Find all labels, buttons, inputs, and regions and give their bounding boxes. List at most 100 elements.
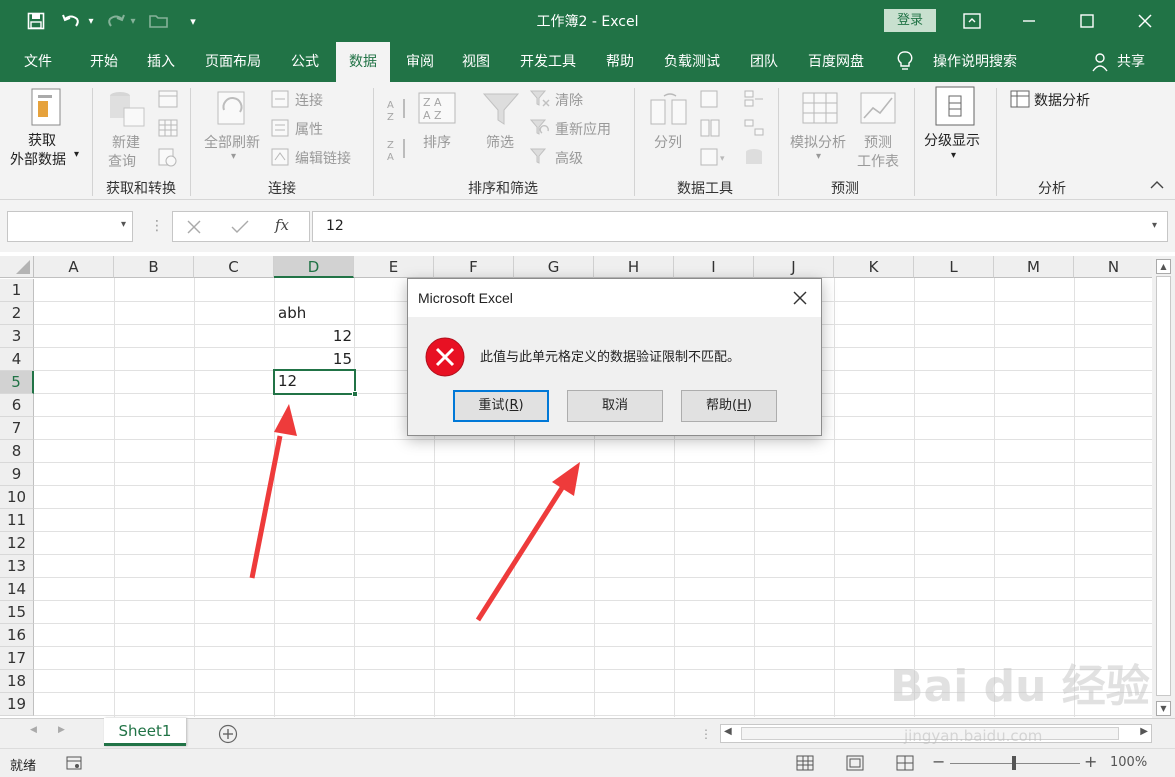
row-header-3[interactable]: 3 [0, 325, 34, 348]
scroll-down-icon[interactable]: ▼ [1156, 701, 1171, 716]
cell-d4[interactable]: 15 [278, 348, 352, 371]
add-sheet-icon[interactable] [218, 724, 238, 748]
collapse-ribbon-icon[interactable] [1150, 178, 1164, 194]
row-header-19[interactable]: 19 [0, 693, 34, 716]
tab-baidu-netdisk[interactable]: 百度网盘 [798, 42, 874, 82]
tab-formulas[interactable]: 公式 [279, 42, 331, 82]
user-icon[interactable] [1088, 42, 1112, 82]
minimize-icon[interactable] [1014, 6, 1044, 36]
scroll-up-icon[interactable]: ▲ [1156, 259, 1171, 274]
confirm-entry-icon[interactable] [231, 220, 249, 234]
scroll-right-icon[interactable]: ▶ [1140, 726, 1148, 737]
row-header-11[interactable]: 11 [0, 509, 34, 532]
column-header-a[interactable]: A [34, 256, 114, 278]
zoom-slider-thumb[interactable] [1012, 756, 1016, 770]
column-header-i[interactable]: I [674, 256, 754, 278]
column-header-m[interactable]: M [994, 256, 1074, 278]
tab-split-handle[interactable]: ⋮ [700, 727, 712, 741]
column-header-c[interactable]: C [194, 256, 274, 278]
outline-icon[interactable] [935, 86, 975, 130]
row-header-4[interactable]: 4 [0, 348, 34, 371]
name-box[interactable]: ▾ [7, 211, 133, 242]
row-header-6[interactable]: 6 [0, 394, 34, 417]
column-header-l[interactable]: L [914, 256, 994, 278]
share-button[interactable]: 共享 [1112, 42, 1150, 82]
row-header-2[interactable]: 2 [0, 302, 34, 325]
page-layout-view-icon[interactable] [846, 755, 864, 775]
vertical-scrollbar[interactable]: ▲ ▼ [1152, 256, 1175, 720]
row-header-10[interactable]: 10 [0, 486, 34, 509]
close-window-icon[interactable] [1130, 6, 1160, 36]
tab-page-layout[interactable]: 页面布局 [196, 42, 270, 82]
login-button[interactable]: 登录 [884, 9, 936, 32]
active-cell-d5[interactable]: 12 [273, 369, 358, 397]
lightbulb-icon[interactable] [892, 42, 918, 82]
maximize-icon[interactable] [1072, 6, 1102, 36]
column-header-n[interactable]: N [1074, 256, 1152, 278]
tab-view[interactable]: 视图 [450, 42, 502, 82]
sheet-tab-sheet1[interactable]: Sheet1 [104, 718, 186, 746]
get-external-data-icon[interactable] [26, 87, 66, 131]
page-break-view-icon[interactable] [896, 755, 914, 775]
column-header-b[interactable]: B [114, 256, 194, 278]
chevron-down-icon[interactable]: ▾ [951, 150, 956, 161]
get-external-data-label2[interactable]: 外部数据 [10, 149, 66, 169]
save-icon[interactable] [24, 10, 48, 32]
row-header-8[interactable]: 8 [0, 440, 34, 463]
row-header-13[interactable]: 13 [0, 555, 34, 578]
prev-sheet-icon[interactable]: ◀ [30, 725, 37, 735]
row-header-5[interactable]: 5 [0, 371, 34, 394]
column-header-d[interactable]: D [274, 256, 354, 278]
tab-home[interactable]: 开始 [78, 42, 130, 82]
retry-button[interactable]: 重试(R) [453, 390, 549, 422]
tab-developer[interactable]: 开发工具 [510, 42, 586, 82]
next-sheet-icon[interactable]: ▶ [58, 725, 65, 735]
ribbon-display-icon[interactable] [957, 6, 987, 36]
column-header-e[interactable]: E [354, 256, 434, 278]
outline-label[interactable]: 分级显示 [924, 130, 980, 150]
select-all-corner[interactable] [0, 256, 34, 278]
column-header-h[interactable]: H [594, 256, 674, 278]
cell-d3[interactable]: 12 [278, 325, 352, 348]
row-header-16[interactable]: 16 [0, 624, 34, 647]
get-external-data-label1[interactable]: 获取 [28, 130, 56, 150]
macro-record-icon[interactable] [66, 755, 82, 775]
cancel-button[interactable]: 取消 [567, 390, 663, 422]
zoom-out-icon[interactable]: − [932, 752, 945, 771]
zoom-in-icon[interactable]: + [1084, 752, 1097, 771]
insert-function-icon[interactable]: fx [275, 216, 289, 234]
cell-d2[interactable]: abh [278, 302, 352, 325]
zoom-level[interactable]: 100% [1110, 755, 1147, 770]
row-header-14[interactable]: 14 [0, 578, 34, 601]
tell-me-search[interactable]: 操作说明搜索 [924, 42, 1026, 82]
tab-file[interactable]: 文件 [12, 42, 64, 82]
row-header-12[interactable]: 12 [0, 532, 34, 555]
dialog-close-icon[interactable] [789, 287, 811, 309]
row-header-15[interactable]: 15 [0, 601, 34, 624]
cancel-entry-icon[interactable] [187, 220, 201, 234]
row-header-1[interactable]: 1 [0, 279, 34, 302]
data-analysis-label[interactable]: 数据分析 [1034, 90, 1090, 110]
row-header-17[interactable]: 17 [0, 647, 34, 670]
chevron-down-icon[interactable]: ▾ [121, 219, 126, 230]
row-header-9[interactable]: 9 [0, 463, 34, 486]
tab-data[interactable]: 数据 [336, 42, 390, 82]
row-header-18[interactable]: 18 [0, 670, 34, 693]
data-analysis-icon[interactable] [1010, 90, 1030, 112]
column-header-k[interactable]: K [834, 256, 914, 278]
chevron-down-icon[interactable]: ▾ [74, 149, 79, 160]
column-header-j[interactable]: J [754, 256, 834, 278]
tab-review[interactable]: 审阅 [394, 42, 446, 82]
vertical-scroll-thumb[interactable] [1156, 276, 1171, 696]
undo-dropdown-icon[interactable]: ▾ [86, 10, 96, 32]
formula-input[interactable]: 12 [312, 211, 1168, 242]
tab-load-test[interactable]: 负载测试 [654, 42, 730, 82]
help-button[interactable]: 帮助(H) [681, 390, 777, 422]
column-header-f[interactable]: F [434, 256, 514, 278]
tab-team[interactable]: 团队 [738, 42, 790, 82]
expand-formula-bar-icon[interactable]: ▾ [1152, 220, 1157, 231]
customize-toolbar-icon[interactable]: ▾ [186, 10, 200, 32]
normal-view-icon[interactable] [796, 755, 814, 775]
row-header-7[interactable]: 7 [0, 417, 34, 440]
column-header-g[interactable]: G [514, 256, 594, 278]
